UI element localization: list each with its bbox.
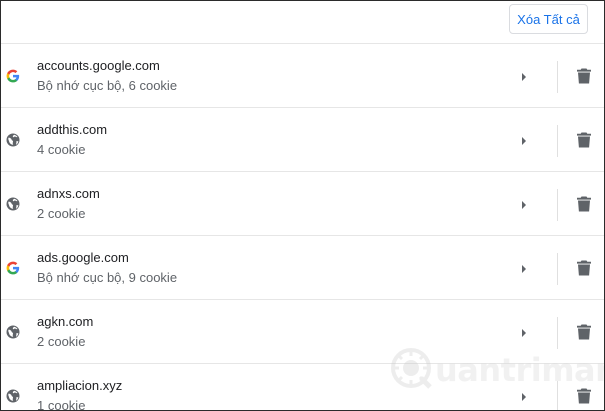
separator xyxy=(557,125,558,157)
globe-icon xyxy=(6,325,20,339)
separator xyxy=(557,317,558,349)
chevron-right-icon[interactable] xyxy=(520,390,528,402)
delete-icon[interactable] xyxy=(577,68,591,84)
site-name: accounts.google.com xyxy=(37,58,160,73)
site-name: adnxs.com xyxy=(37,186,100,201)
site-name: agkn.com xyxy=(37,314,94,329)
globe-icon xyxy=(6,133,20,147)
toolbar: Xóa Tất cả xyxy=(1,1,604,44)
site-row[interactable]: ampliacion.xyz 1 cookie xyxy=(1,364,604,411)
google-icon xyxy=(6,69,20,83)
site-details: Bộ nhớ cục bộ, 9 cookie xyxy=(37,270,178,285)
remove-all-button[interactable]: Xóa Tất cả xyxy=(509,4,588,34)
site-row[interactable]: accounts.google.com Bộ nhớ cục bộ, 6 coo… xyxy=(1,44,604,108)
site-name: addthis.com xyxy=(37,122,108,137)
delete-icon[interactable] xyxy=(577,260,591,276)
globe-icon xyxy=(6,389,20,403)
globe-icon xyxy=(6,197,20,211)
site-row[interactable]: addthis.com 4 cookie xyxy=(1,108,604,172)
site-row[interactable]: adnxs.com 2 cookie xyxy=(1,172,604,236)
site-details: 2 cookie xyxy=(37,334,86,349)
separator xyxy=(557,381,558,410)
google-icon xyxy=(6,261,20,275)
site-name: ads.google.com xyxy=(37,250,129,265)
site-name: ampliacion.xyz xyxy=(37,378,123,393)
delete-icon[interactable] xyxy=(577,324,591,340)
separator xyxy=(557,189,558,221)
delete-icon[interactable] xyxy=(577,196,591,212)
site-details: Bộ nhớ cục bộ, 6 cookie xyxy=(37,78,178,93)
chevron-right-icon[interactable] xyxy=(520,134,528,146)
chevron-right-icon[interactable] xyxy=(520,262,528,274)
separator xyxy=(557,61,558,93)
cookie-settings-panel: Xóa Tất cả accounts.google.com Bộ nhớ cụ… xyxy=(0,0,605,411)
delete-icon[interactable] xyxy=(577,388,591,404)
site-row[interactable]: ads.google.com Bộ nhớ cục bộ, 9 cookie xyxy=(1,236,604,300)
site-list: accounts.google.com Bộ nhớ cục bộ, 6 coo… xyxy=(1,44,604,411)
site-details: 1 cookie xyxy=(37,398,86,411)
chevron-right-icon[interactable] xyxy=(520,326,528,338)
site-details: 2 cookie xyxy=(37,206,86,221)
site-details: 4 cookie xyxy=(37,142,86,157)
chevron-right-icon[interactable] xyxy=(520,70,528,82)
delete-icon[interactable] xyxy=(577,132,591,148)
chevron-right-icon[interactable] xyxy=(520,198,528,210)
site-row[interactable]: agkn.com 2 cookie xyxy=(1,300,604,364)
separator xyxy=(557,253,558,285)
